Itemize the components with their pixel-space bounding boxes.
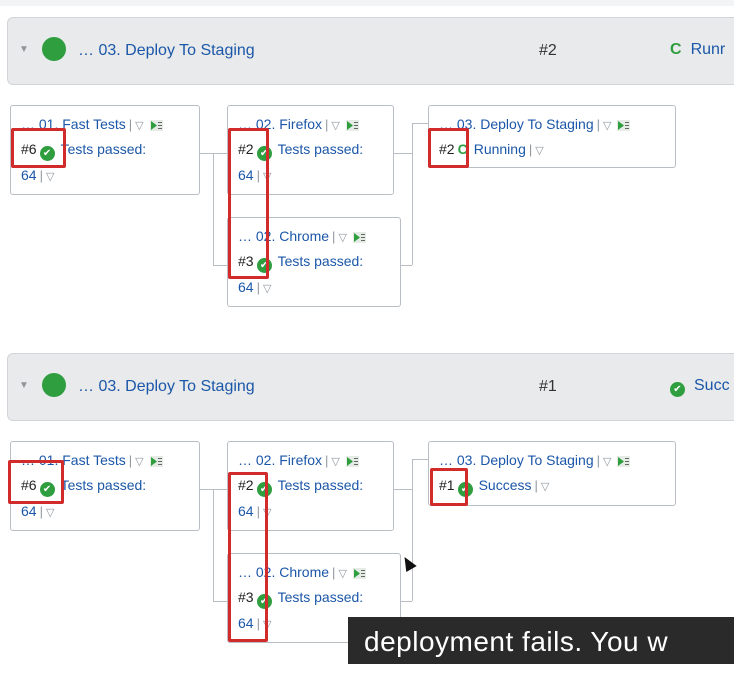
dropdown-icon[interactable]: ▽ [535,145,543,157]
highlight-box [228,128,269,279]
run-build-icon[interactable] [149,119,163,131]
tests-count[interactable]: 64 [238,279,254,295]
dropdown-icon[interactable]: ▽ [603,456,611,468]
build-chain-section-1: ▼ … 03. Deploy To Staging #2 C Runr … 01.… [0,17,734,337]
build-status-link[interactable]: Tests passed: [61,141,147,157]
build-status-link[interactable]: Success [479,477,532,493]
build-status[interactable]: C Runr [670,41,725,59]
run-build-icon[interactable] [345,119,359,131]
highlight-box [11,128,66,168]
dropdown-icon[interactable]: ▽ [331,120,339,132]
highlight-box [430,468,468,506]
build-config-link[interactable]: … 03. Deploy To Staging [439,452,594,468]
connector [392,153,412,154]
top-strip [0,0,734,6]
check-circle-icon: ✔ [670,382,685,397]
dropdown-icon[interactable]: ▽ [135,120,143,132]
collapse-arrow-icon[interactable]: ▼ [19,44,29,55]
dropdown-icon[interactable]: ▽ [263,283,271,295]
connector [199,489,213,490]
tests-count[interactable]: 64 [21,503,37,519]
build-status-link[interactable]: Tests passed: [61,477,147,493]
build-status-link[interactable]: Running [474,141,526,157]
connector [412,459,413,601]
dropdown-icon[interactable]: ▽ [46,507,54,519]
connector [213,153,227,154]
build-chain-title[interactable]: … 03. Deploy To Staging [78,378,255,396]
run-build-icon[interactable] [617,455,631,467]
dropdown-icon[interactable]: ▽ [338,232,346,244]
build-chain-header[interactable]: ▼ … 03. Deploy To Staging #2 C Runr [7,17,734,85]
connector [213,601,227,602]
run-build-icon[interactable] [352,231,366,243]
run-build-icon[interactable] [149,455,163,467]
collapse-arrow-icon[interactable]: ▼ [19,380,29,391]
connector [199,153,213,154]
build-status-link[interactable]: Tests passed: [278,589,364,605]
highlight-box [228,472,268,642]
connector [412,123,413,265]
dropdown-icon[interactable]: ▽ [135,456,143,468]
dropdown-icon[interactable]: ▽ [541,481,549,493]
status-dot-icon [42,37,66,61]
build-status-link[interactable]: Tests passed: [278,141,364,157]
connector [213,489,227,490]
status-dot-icon [42,373,66,397]
build-chain-header[interactable]: ▼ … 03. Deploy To Staging #1 ✔ Succ [7,353,734,421]
dropdown-icon[interactable]: ▽ [603,120,611,132]
build-status-link[interactable]: Tests passed: [278,477,364,493]
video-caption: deployment fails. You w [348,617,734,664]
run-build-icon[interactable] [352,567,366,579]
build-status[interactable]: ✔ Succ [670,377,730,397]
spinner-icon: C [670,41,682,58]
run-build-icon[interactable] [617,119,631,131]
connector [213,153,214,265]
connector [412,459,428,460]
dropdown-icon[interactable]: ▽ [46,171,54,183]
connector [213,265,227,266]
tests-count[interactable]: 64 [21,167,37,183]
dropdown-icon[interactable]: ▽ [331,456,339,468]
build-chain-title[interactable]: … 03. Deploy To Staging [78,42,255,60]
dropdown-icon[interactable]: ▽ [338,568,346,580]
highlight-box [8,460,64,504]
build-config-link[interactable]: … 02. Firefox [238,452,322,468]
connector [412,123,428,124]
build-number[interactable]: #1 [539,378,557,396]
connector [392,489,412,490]
connector [213,489,214,601]
run-build-icon[interactable] [345,455,359,467]
build-status-link[interactable]: Tests passed: [278,253,364,269]
build-number[interactable]: #2 [539,42,557,60]
highlight-box [428,128,469,168]
